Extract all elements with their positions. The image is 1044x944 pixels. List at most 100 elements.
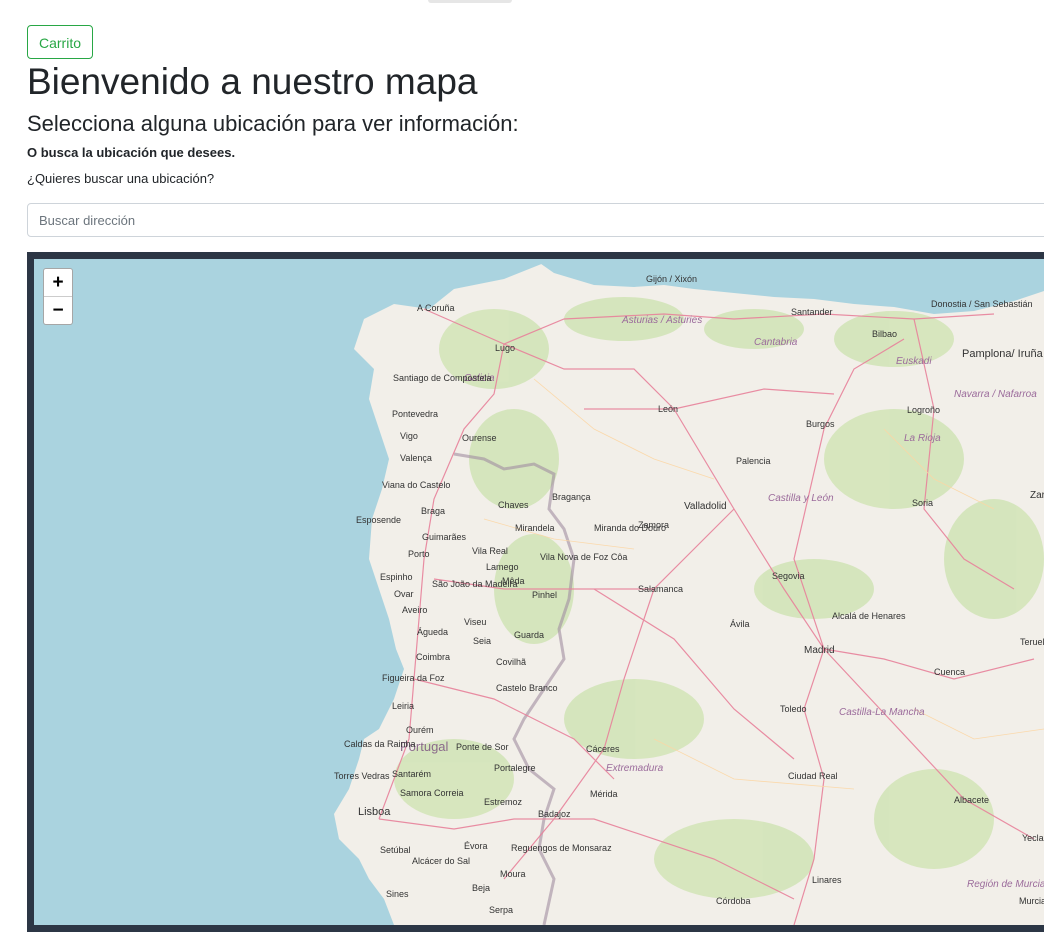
map-city-label: Zar (1030, 490, 1044, 501)
map-city-label: León (658, 404, 679, 414)
map-city-label: Segovia (772, 571, 805, 581)
map-city-label: Córdoba (716, 896, 751, 906)
map-city-label: Pinhel (532, 590, 558, 600)
map-region-label: La Rioja (904, 433, 941, 444)
map-city-label: A Coruña (417, 303, 455, 313)
map-city-label: Cuenca (934, 667, 966, 677)
map-region-label: Castilla y León (768, 493, 834, 504)
map-city-label: Cáceres (586, 744, 620, 754)
map-city-label: Linares (812, 875, 842, 885)
top-tab-indicator (428, 0, 512, 3)
map-city-label: Viana do Castelo (382, 480, 451, 490)
map-region-label: Asturias / Asturies (622, 315, 703, 326)
map-city-label: Braga (421, 506, 446, 516)
map-city-label: Santander (791, 307, 833, 317)
map-city-label: Lugo (495, 343, 516, 353)
map-city-label: Gijón / Xixón (646, 274, 698, 284)
map-region-label: Cantabria (754, 337, 798, 348)
map-city-label: Ourém (406, 725, 434, 735)
map-city-label: Yecla (1022, 833, 1044, 843)
map-city-label: Guarda (514, 630, 545, 640)
map-city-label: Zamora (638, 520, 670, 530)
map-city-label: Guimarães (422, 532, 467, 542)
map-city-label: Moura (500, 869, 526, 879)
map-city-label: Torres Vedras (334, 771, 390, 781)
map-city-label: Figueira da Foz (382, 673, 445, 683)
map-city-label: Ponte de Sor (456, 742, 509, 752)
map-city-label: Murcia (1019, 896, 1044, 906)
map-city-label: Santarém (392, 769, 432, 779)
page-subtitle: Selecciona alguna ubicación para ver inf… (27, 111, 519, 136)
map-city-label: Pamplona/ Iruña (962, 348, 1043, 360)
zoom-out-button[interactable]: − (44, 296, 72, 324)
map-city-label: Bragança (552, 492, 591, 502)
address-search-input[interactable] (27, 203, 1044, 237)
map-city-label: Chaves (498, 500, 529, 510)
map-city-label: Pontevedra (392, 409, 439, 419)
map-city-label: Vigo (400, 431, 418, 441)
zoom-in-button[interactable]: + (44, 269, 72, 296)
map-city-label: Lisboa (358, 806, 391, 818)
map-city-label: Burgos (806, 419, 835, 429)
map-city-label: Valladolid (684, 501, 727, 512)
map-city-label: Portalegre (494, 763, 536, 773)
map-region-label: Castilla-La Mancha (839, 707, 925, 718)
page-title: Bienvenido a nuestro mapa (27, 61, 478, 102)
map-city-label: Toledo (780, 704, 807, 714)
map-city-label: Águeda (417, 627, 449, 637)
map-city-label: Sines (386, 889, 409, 899)
map-city-label: Seia (473, 636, 492, 646)
map-region-label: Euskadi (896, 356, 932, 367)
map-city-label: Samora Correia (400, 788, 464, 798)
map-city-label: Palencia (736, 456, 771, 466)
map-region-label: Extremadura (606, 763, 664, 774)
map-city-label: Ciudad Real (788, 771, 838, 781)
map-city-label: Alcalá de Henares (832, 611, 906, 621)
map-city-label: Soria (912, 498, 934, 508)
search-hint: O busca la ubicación que desees. (27, 145, 236, 160)
map-city-label: Salamanca (638, 584, 684, 594)
map-city-label: Madrid (804, 645, 835, 656)
map-region-label: Región de Murcia (967, 879, 1044, 890)
map-city-label: Donostia / San Sebastián (931, 299, 1033, 309)
map-city-label: Setúbal (380, 845, 411, 855)
map-city-label: Ourense (462, 433, 497, 443)
map-canvas[interactable]: + − Portugal Asturias / Asturies Cantabr… (34, 259, 1044, 925)
map-city-label: Alcácer do Sal (412, 856, 471, 866)
zoom-control: + − (43, 268, 73, 325)
map-city-label: Mérida (590, 789, 618, 799)
map-city-label: Castelo Branco (496, 683, 558, 693)
map-city-label: Ávila (730, 619, 750, 629)
map-city-label: Vila Real (472, 546, 508, 556)
map-city-label: Lamego (486, 562, 519, 572)
map-city-label: Ovar (394, 589, 414, 599)
map-city-label: Bilbao (872, 329, 898, 339)
map-city-label: Valença (400, 453, 432, 463)
map-city-label: Esposende (356, 515, 402, 525)
map-city-label: Mirandela (515, 523, 555, 533)
search-question: ¿Quieres buscar una ubicación? (27, 171, 215, 186)
cart-button[interactable]: Carrito (27, 25, 93, 59)
map-city-label: Mêda (502, 576, 525, 586)
map-city-label: Albacete (954, 795, 990, 805)
map-city-label: Estremoz (484, 797, 523, 807)
map-city-label: Espinho (380, 572, 413, 582)
map-city-label: Caldas da Rainha (344, 739, 416, 749)
map-city-label: Santiago de Compostela (393, 373, 492, 383)
map-city-label: Aveiro (402, 605, 428, 615)
map-city-label: Badajoz (538, 809, 571, 819)
map-city-label: Logroño (907, 405, 941, 415)
map-city-label: Leiria (392, 701, 415, 711)
map-city-label: Vila Nova de Foz Côa (540, 552, 628, 562)
map-region-label: Navarra / Nafarroa (954, 389, 1037, 400)
map-city-label: Évora (464, 841, 488, 851)
map-city-label: Viseu (464, 617, 487, 627)
map-city-label: Coimbra (416, 652, 451, 662)
map-container: + − Portugal Asturias / Asturies Cantabr… (27, 252, 1044, 932)
map-city-label: Teruel (1020, 637, 1044, 647)
map-city-label: Serpa (489, 905, 514, 915)
map-city-label: Porto (408, 549, 430, 559)
map-city-label: Reguengos de Monsaraz (511, 843, 612, 853)
map-city-label: Covilhã (496, 657, 527, 667)
map-city-label: Beja (472, 883, 491, 893)
